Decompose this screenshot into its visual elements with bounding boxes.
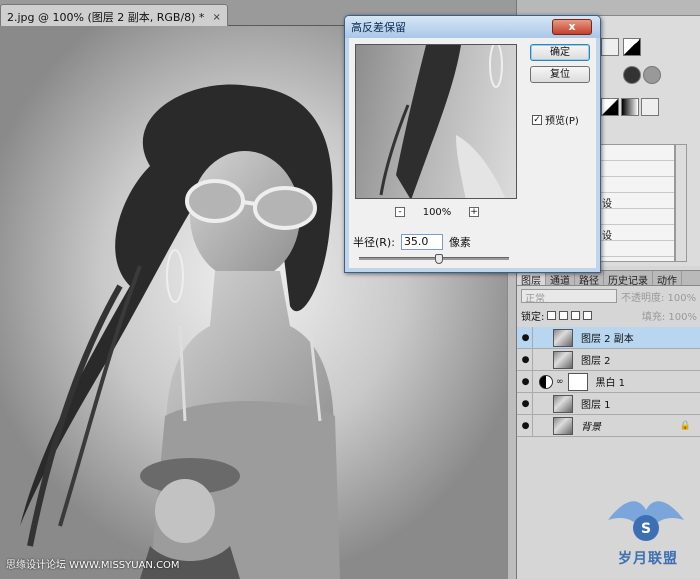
presets-list: 设 设 <box>599 144 675 262</box>
layer-name: 图层 2 副本 <box>581 334 634 345</box>
curves-icon[interactable] <box>601 38 619 56</box>
zoom-value: 100% <box>422 206 452 218</box>
layer-row[interactable]: ● 图层 1 <box>517 392 700 415</box>
preview-label: 预览(P) <box>545 116 579 127</box>
layer-thumbnail <box>553 394 573 413</box>
reset-button[interactable]: 复位 <box>530 66 590 83</box>
radius-row: 半径(R): 35.0 像素 <box>353 234 471 250</box>
visibility-eye-icon[interactable]: ● <box>519 355 532 365</box>
layer-thumbnail <box>553 416 573 435</box>
lock-position-icon[interactable] <box>571 310 581 320</box>
layer-row[interactable]: ● ∞ 黑白 1 <box>517 370 700 393</box>
layer-name: 图层 1 <box>581 400 611 411</box>
tab-history[interactable]: 历史记录 <box>604 271 653 287</box>
zoom-in-button[interactable]: + <box>469 207 479 217</box>
preview-checkbox[interactable]: ✓ <box>532 114 542 125</box>
visibility-eye-icon[interactable]: ● <box>519 399 532 409</box>
visibility-eye-icon[interactable]: ● <box>519 377 532 387</box>
layer-thumbnail <box>553 350 573 369</box>
close-icon[interactable]: × <box>212 12 220 23</box>
presets-item[interactable] <box>600 145 674 161</box>
radius-input[interactable]: 35.0 <box>400 234 443 250</box>
document-tab-title: 2.jpg @ 100% (图层 2 副本, RGB/8) * <box>7 11 205 24</box>
lock-all-icon[interactable] <box>583 310 593 320</box>
visibility-eye-icon[interactable]: ● <box>519 421 532 431</box>
watermark-brand: 岁月联盟 <box>618 551 678 567</box>
high-pass-dialog: 高反差保留 x - 100% + 确定 复位 ✓ 预览(P) 半径(R): 35… <box>344 15 601 273</box>
layer-row[interactable]: ● 图层 2 <box>517 348 700 371</box>
document-tab[interactable]: 2.jpg @ 100% (图层 2 副本, RGB/8) * × <box>0 4 228 26</box>
tab-channels[interactable]: 通道 <box>546 271 575 287</box>
link-icon: ∞ <box>556 376 564 387</box>
presets-item[interactable]: 设 <box>600 193 674 210</box>
presets-item[interactable] <box>600 241 674 257</box>
lock-transparent-icon[interactable] <box>547 310 557 320</box>
preview-illustration <box>379 45 506 198</box>
radius-unit: 像素 <box>448 236 471 249</box>
presets-item[interactable] <box>600 209 674 225</box>
watermark-text: 思缘设计论坛 WWW.MISSYUAN.COM <box>6 560 180 571</box>
presets-item[interactable] <box>600 177 674 193</box>
channel-mixer-icon[interactable] <box>643 66 661 84</box>
dialog-title: 高反差保留 <box>351 21 406 34</box>
radius-slider[interactable] <box>359 254 509 264</box>
tab-paths[interactable]: 路径 <box>575 271 604 287</box>
selective-color-icon[interactable] <box>641 98 659 116</box>
color-balance-icon[interactable] <box>623 66 641 84</box>
layers-options: 正常 不透明度: 100% <box>517 286 700 306</box>
presets-item[interactable] <box>600 161 674 177</box>
fill-field[interactable]: 填充: 100% <box>642 308 697 323</box>
layer-thumbnail <box>553 328 573 347</box>
layer-name: 背景 <box>581 422 601 433</box>
tab-actions[interactable]: 动作 <box>653 271 682 287</box>
tab-layers[interactable]: 图层 <box>517 271 546 287</box>
layer-name: 黑白 1 <box>595 378 626 389</box>
layer-row[interactable]: ● 背景 🔒 <box>517 414 700 437</box>
dialog-body: - 100% + 确定 复位 ✓ 预览(P) 半径(R): 35.0 像素 <box>349 38 596 268</box>
blend-mode-select[interactable]: 正常 <box>521 289 617 305</box>
presets-scrollbar[interactable] <box>675 144 687 262</box>
radius-label: 半径(R): <box>353 236 395 249</box>
dialog-close-button[interactable]: x <box>552 19 592 35</box>
presets-item[interactable]: 设 <box>600 225 674 242</box>
gradient-map-icon[interactable] <box>621 98 639 116</box>
layer-row[interactable]: ● 图层 2 副本 <box>517 326 700 349</box>
adjustments-panel-tabs[interactable] <box>517 0 700 16</box>
preview-checkbox-row[interactable]: ✓ 预览(P) <box>532 112 579 127</box>
ok-button[interactable]: 确定 <box>530 44 590 61</box>
opacity-field[interactable]: 不透明度: 100% <box>621 289 696 304</box>
exposure-icon[interactable] <box>623 38 641 56</box>
zoom-controls: - 100% + <box>395 205 479 219</box>
filter-preview[interactable] <box>355 44 517 199</box>
lock-label: 锁定: <box>521 311 545 323</box>
zoom-out-button[interactable]: - <box>395 207 405 217</box>
layer-name: 图层 2 <box>581 356 611 367</box>
watermark-logo-letter: S <box>641 521 651 537</box>
layer-mask-thumbnail[interactable] <box>567 372 588 391</box>
radius-slider-thumb[interactable] <box>434 254 443 264</box>
threshold-icon[interactable] <box>601 98 619 116</box>
visibility-eye-icon[interactable]: ● <box>519 333 532 343</box>
adjustment-layer-icon <box>539 374 553 389</box>
lock-pixels-icon[interactable] <box>559 310 569 320</box>
lock-row: 锁定: 填充: 100% <box>517 306 700 324</box>
lock-icon: 🔒 <box>679 420 691 431</box>
